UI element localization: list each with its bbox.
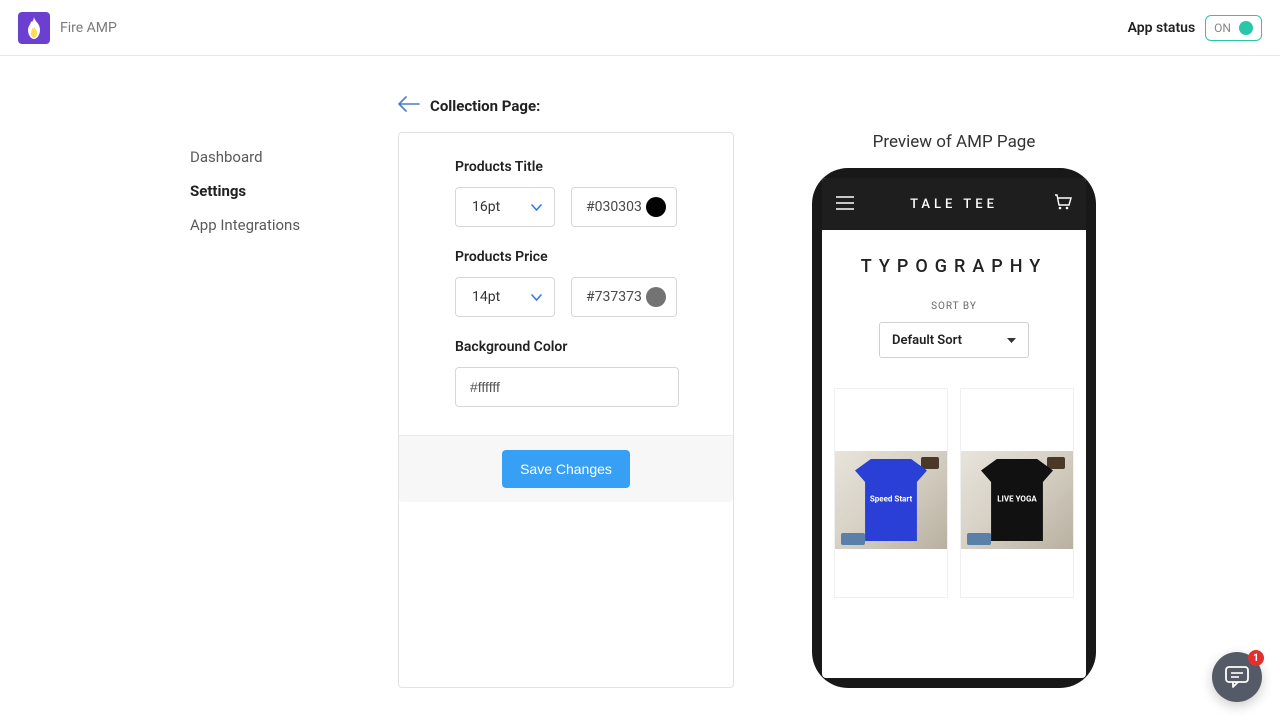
preview-title: Preview of AMP Page (794, 132, 1114, 152)
products-price-size-select[interactable]: 14pt (455, 277, 555, 317)
app-logo (18, 12, 50, 44)
sidebar-item-settings[interactable]: Settings (190, 174, 300, 208)
products-title-color-input[interactable]: #030303 (571, 187, 677, 227)
product-grid: Speed Start LIVE YOGA (830, 388, 1078, 598)
product-image: LIVE YOGA (961, 451, 1073, 549)
products-title-size-select[interactable]: 16pt (455, 187, 555, 227)
background-color-input[interactable] (455, 367, 679, 407)
products-price-color-input[interactable]: #737373 (571, 277, 677, 317)
products-title-group: Products Title 16pt #030303 (455, 159, 677, 227)
sort-by-label: SORT BY (830, 301, 1078, 312)
sidebar-item-dashboard[interactable]: Dashboard (190, 140, 300, 174)
products-title-label: Products Title (455, 159, 677, 175)
card-footer: Save Changes (399, 435, 733, 502)
flame-icon (25, 17, 43, 39)
chat-icon (1225, 666, 1249, 688)
app-status: App status ON (1128, 15, 1262, 41)
store-header: TALE TEE (822, 178, 1086, 230)
chevron-down-icon (531, 199, 542, 215)
color-swatch-icon (646, 287, 666, 307)
status-indicator-icon (1239, 21, 1253, 35)
app-name: Fire AMP (60, 20, 117, 36)
cart-icon[interactable] (1054, 194, 1072, 214)
top-bar: Fire AMP App status ON (0, 0, 1280, 56)
background-color-label: Background Color (455, 339, 677, 355)
color-swatch-icon (646, 197, 666, 217)
settings-card: Products Title 16pt #030303 Products (398, 132, 734, 688)
status-label: App status (1128, 20, 1196, 36)
store-body: TYPOGRAPHY SORT BY Default Sort Speed St… (822, 230, 1086, 678)
store-name: TALE TEE (910, 197, 998, 212)
phone-frame: TALE TEE TYPOGRAPHY SORT BY Default Sort (812, 168, 1096, 688)
product-card[interactable]: LIVE YOGA (960, 388, 1074, 598)
phone-screen: TALE TEE TYPOGRAPHY SORT BY Default Sort (822, 178, 1086, 678)
page-title: Collection Page: (430, 97, 540, 115)
product-image: Speed Start (835, 451, 947, 549)
save-changes-button[interactable]: Save Changes (502, 450, 630, 488)
status-toggle[interactable]: ON (1205, 15, 1262, 41)
preview-column: Preview of AMP Page TALE TEE TYPOGRAPHY … (794, 132, 1114, 688)
products-price-label: Products Price (455, 249, 677, 265)
product-card[interactable]: Speed Start (834, 388, 948, 598)
brand: Fire AMP (18, 12, 117, 44)
background-color-group: Background Color (455, 339, 677, 407)
sidebar-item-app-integrations[interactable]: App Integrations (190, 208, 300, 242)
status-text: ON (1214, 21, 1231, 35)
collection-heading: TYPOGRAPHY (830, 256, 1078, 277)
chat-notification-badge: 1 (1248, 650, 1264, 666)
breadcrumb: Collection Page: (398, 96, 1280, 116)
back-arrow-icon[interactable] (398, 96, 420, 116)
products-price-group: Products Price 14pt #737373 (455, 249, 677, 317)
chat-widget-button[interactable]: 1 (1212, 652, 1262, 702)
sort-select[interactable]: Default Sort (879, 322, 1029, 358)
hamburger-icon[interactable] (836, 195, 854, 214)
chevron-down-icon (531, 289, 542, 305)
caret-down-icon (1007, 333, 1016, 348)
